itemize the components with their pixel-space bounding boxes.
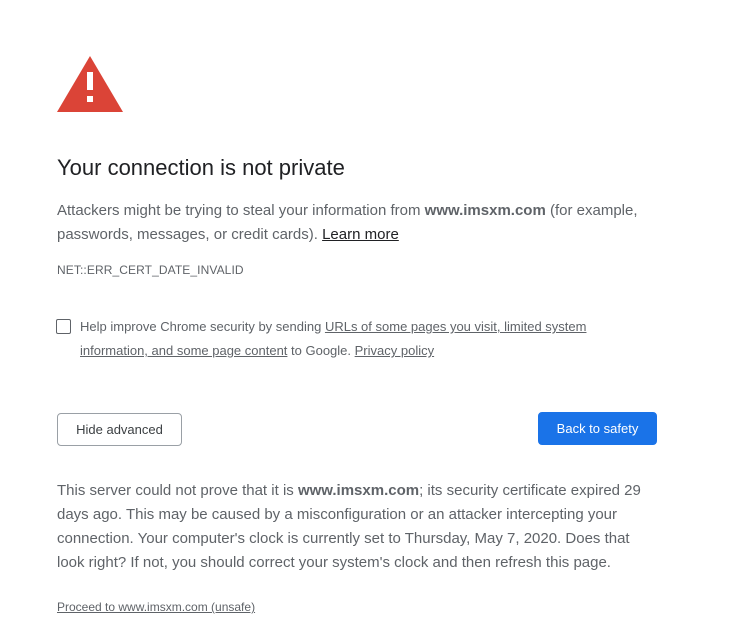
error-code: NET::ERR_CERT_DATE_INVALID: [57, 263, 244, 277]
page-title: Your connection is not private: [57, 155, 345, 180]
details-domain: www.imsxm.com: [297, 482, 420, 499]
intro-paragraph: Attackers might be trying to steal your …: [57, 199, 657, 247]
learn-more-link[interactable]: Learn more: [322, 226, 399, 243]
interstitial-page: Your connection is not private Attackers…: [0, 0, 753, 638]
privacy-policy-link[interactable]: Privacy policy: [355, 343, 434, 358]
optin-prefix: Help improve Chrome security by sending: [80, 319, 325, 334]
hide-advanced-button[interactable]: Hide advanced: [57, 413, 182, 446]
optin-label: Help improve Chrome security by sending …: [80, 315, 640, 363]
warning-triangle-icon: [57, 56, 123, 112]
back-to-safety-button[interactable]: Back to safety: [538, 412, 657, 445]
details-paragraph: This server could not prove that it is w…: [57, 479, 661, 575]
proceed-unsafe-link[interactable]: Proceed to www.imsxm.com (unsafe): [57, 598, 255, 616]
details-prefix: This server could not prove that it is: [57, 482, 298, 499]
intro-prefix: Attackers might be trying to steal your …: [57, 202, 425, 219]
optin-checkbox[interactable]: [56, 319, 71, 334]
intro-domain: www.imsxm.com: [424, 202, 546, 219]
optin-middle: to Google.: [287, 343, 355, 358]
